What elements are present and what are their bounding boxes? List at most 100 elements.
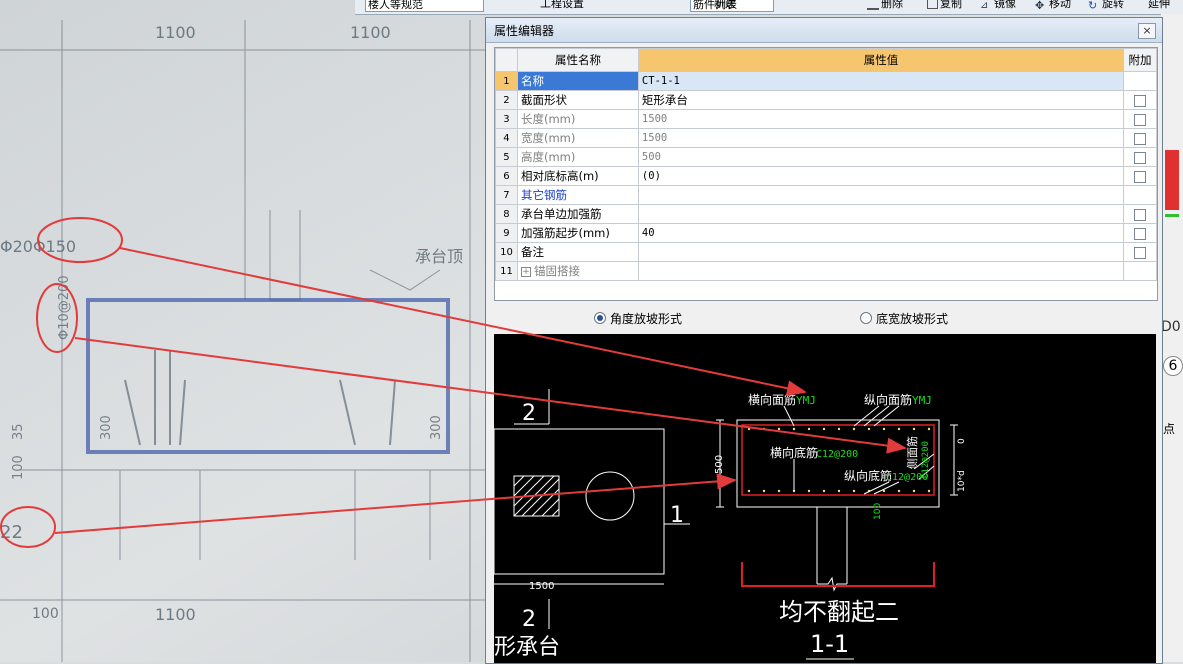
cad-section-mark-1: 1 [670, 503, 684, 528]
dialog-titlebar[interactable]: 属性编辑器 × [486, 18, 1162, 43]
red-indicator [1165, 150, 1179, 210]
cad-section-mark-2-top: 2 [522, 401, 536, 426]
cad-label-ymj-1: YMJ [796, 394, 816, 407]
photo-dim-1100-a: 1100 [155, 23, 196, 42]
extra-checkbox[interactable] [1133, 94, 1146, 107]
right-point-label[interactable]: 点 [1163, 420, 1175, 437]
bottom-width-slope-radio[interactable]: 底宽放坡形式 [860, 310, 948, 327]
floor-combo[interactable]: 楼人等规范 [365, 0, 484, 12]
row-name[interactable]: 长度(mm) [516, 109, 639, 129]
header-property-value[interactable]: 属性值 [637, 48, 1124, 72]
delete-button[interactable]: 删除 [867, 0, 903, 11]
row-value[interactable]: CT-1-1 [637, 71, 1124, 91]
row-extra [1122, 185, 1157, 205]
close-icon: × [1142, 24, 1152, 37]
expand-icon[interactable]: + [520, 266, 531, 277]
row-extra [1122, 242, 1157, 262]
mirror-icon: ⊿ [980, 0, 989, 11]
header-extra[interactable]: 附加 [1122, 48, 1157, 72]
row-extra [1122, 128, 1157, 148]
table-row[interactable]: 4 宽度(mm) 1500 [495, 128, 1157, 148]
extra-checkbox[interactable] [1133, 132, 1146, 145]
rotate-button[interactable]: ↻ 旋转 [1088, 0, 1124, 12]
cad-dim-10d: 10*d [957, 470, 967, 492]
cad-shape-caption: 形承台 [494, 635, 560, 660]
cad-dim-0: 0 [957, 438, 967, 444]
row-value[interactable]: 1500 [637, 128, 1124, 148]
main-toolbar: 楼人等规范 工程设置 筋件列表 新建 删除 复制 ⊿ 镜像 ✥ 移动 ↻ 旋转 延伸 [355, 0, 1183, 15]
table-row[interactable]: 9 加强筋起步(mm) 40 [495, 223, 1157, 243]
extra-checkbox[interactable] [1133, 227, 1146, 240]
row-name[interactable]: 名称 [516, 71, 639, 91]
green-indicator [1165, 214, 1179, 217]
photo-chentai-label: 承台顶 [415, 247, 463, 266]
row-name[interactable]: 加强筋起步(mm) [516, 223, 639, 243]
row-value[interactable]: 矩形承台 [637, 90, 1124, 110]
table-row[interactable]: 1 名称 CT-1-1 [495, 71, 1157, 91]
table-row[interactable]: 3 长度(mm) 1500 [495, 109, 1157, 129]
table-row[interactable]: 2 截面形状 矩形承台 [495, 90, 1157, 110]
cad-dim-100: 100 [873, 503, 883, 520]
row-name[interactable]: 其它钢筋 [516, 185, 639, 205]
row-value[interactable]: 500 [637, 147, 1124, 167]
row-value[interactable]: 40 [637, 223, 1124, 243]
table-row[interactable]: 10 备注 [495, 242, 1157, 262]
move-icon: ✥ [1035, 0, 1045, 12]
table-row[interactable]: 6 相对底标高(m) (0) [495, 166, 1157, 186]
row-name[interactable]: 截面形状 [516, 90, 639, 110]
cad-caption: 均不翻起二 [779, 598, 899, 626]
right-digit-badge[interactable]: 6 [1163, 356, 1183, 376]
photo-dim-300-a: 300 [99, 415, 114, 440]
table-row[interactable]: 11 + 锚固搭接 [495, 261, 1157, 281]
copy-icon [927, 0, 938, 9]
row-number: 8 [495, 204, 518, 224]
cad-label-ce-val: C12@200 [921, 441, 931, 479]
cad-label-heng-di: 横向底筋 [770, 445, 818, 460]
grid-header-row: 属性名称 属性值 附加 [495, 48, 1157, 72]
header-property-name[interactable]: 属性名称 [516, 48, 639, 72]
copy-button[interactable]: 复制 [927, 0, 962, 11]
cad-preview-canvas: 2 1 1500 2 形承台 500 横向面筋 YMJ 纵向面筋 YMJ 横向底… [494, 334, 1156, 663]
cad-section-mark-2-bottom: 2 [522, 607, 536, 632]
row-value[interactable] [637, 185, 1124, 205]
row-name[interactable]: + 锚固搭接 [516, 261, 639, 281]
extra-checkbox[interactable] [1133, 170, 1146, 183]
cad-dim-1500: 1500 [529, 581, 554, 592]
row-name[interactable]: 承台单边加强筋 [516, 204, 639, 224]
row-value[interactable]: (0) [637, 166, 1124, 186]
row-value[interactable]: 1500 [637, 109, 1124, 129]
row-name[interactable]: 备注 [516, 242, 639, 262]
row-value[interactable] [637, 242, 1124, 262]
photo-dim-100: 100 [32, 606, 59, 622]
row-name[interactable]: 高度(mm) [516, 147, 639, 167]
row-number: 7 [495, 185, 518, 205]
close-button[interactable]: × [1138, 23, 1156, 39]
row-value[interactable] [637, 261, 1124, 281]
row-extra [1122, 204, 1157, 224]
extra-checkbox[interactable] [1133, 246, 1146, 259]
cad-label-zong-di: 纵向底筋 [844, 468, 892, 483]
row-extra [1122, 223, 1157, 243]
row-number: 3 [495, 109, 518, 129]
table-row[interactable]: 7 其它钢筋 [495, 185, 1157, 205]
row-name[interactable]: 相对底标高(m) [516, 166, 639, 186]
extend-button[interactable]: 延伸 [1148, 0, 1170, 11]
move-button[interactable]: ✥ 移动 [1035, 0, 1071, 12]
extra-checkbox[interactable] [1133, 208, 1146, 221]
new-button[interactable]: 新建 [700, 0, 736, 11]
mirror-button[interactable]: ⊿ 镜像 [980, 0, 1016, 11]
angle-slope-radio[interactable]: 角度放坡形式 [594, 310, 682, 327]
table-row[interactable]: 5 高度(mm) 500 [495, 147, 1157, 167]
photo-dim-100b: 100 [11, 455, 26, 480]
row-extra [1122, 109, 1157, 129]
right-d-label: D0 [1161, 319, 1181, 335]
slope-mode-group: 角度放坡形式 底宽放坡形式 [494, 303, 1156, 331]
extra-checkbox[interactable] [1133, 151, 1146, 164]
row-number: 9 [495, 223, 518, 243]
row-value[interactable] [637, 204, 1124, 224]
extra-checkbox[interactable] [1133, 113, 1146, 126]
cad-label-zong-mian: 纵向面筋 [864, 392, 912, 407]
row-name[interactable]: 宽度(mm) [516, 128, 639, 148]
cad-dim-500: 500 [714, 455, 725, 474]
table-row[interactable]: 8 承台单边加强筋 [495, 204, 1157, 224]
